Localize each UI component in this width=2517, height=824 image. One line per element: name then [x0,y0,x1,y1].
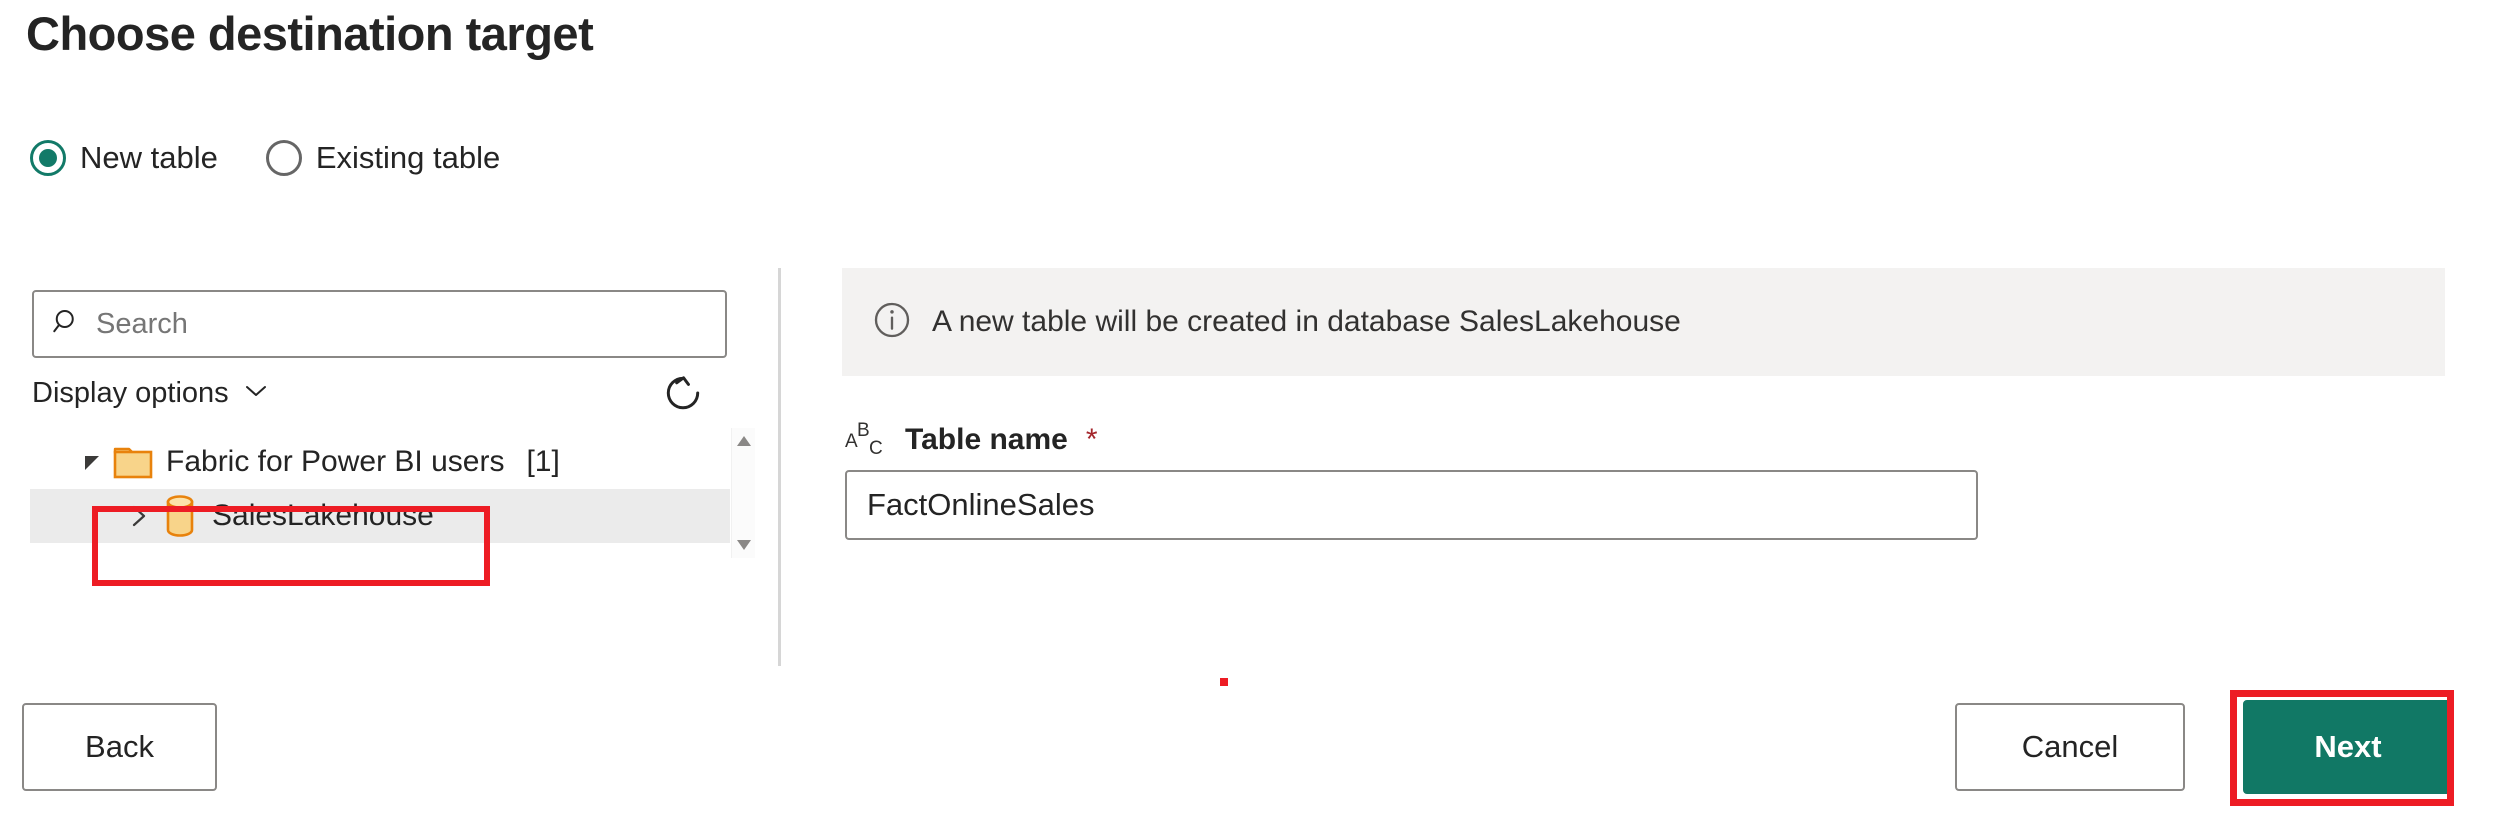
display-options-label: Display options [32,377,229,410]
triangle-collapsed-icon[interactable] [122,503,154,529]
tree-item-workspace[interactable]: Fabric for Power BI users [1] [30,435,730,489]
required-asterisk: * [1086,423,1098,457]
tree-item-saleslakehouse[interactable]: SalesLakehouse [30,489,730,543]
tree-item-saleslakehouse-label: SalesLakehouse [212,499,434,533]
dialog-choose-destination-target: Choose destination target New table Exis… [0,0,2517,824]
svg-text:C: C [869,438,883,459]
radio-new-table-label: New table [80,140,218,176]
abc-text-type-icon: A B C [845,414,891,465]
refresh-button[interactable] [659,371,707,419]
folder-icon [108,442,160,482]
tree-item-workspace-label: Fabric for Power BI users [166,445,504,479]
panel-divider [778,268,781,666]
red-dot-artifact [1220,678,1228,686]
search-icon [52,307,82,342]
radio-new-table[interactable]: New table [30,140,218,176]
table-name-input[interactable]: FactOnlineSales [845,470,1978,540]
refresh-icon [662,372,704,419]
radio-new-table-mark[interactable] [30,140,66,176]
cancel-button[interactable]: Cancel [1955,703,2185,791]
display-options-dropdown[interactable]: Display options [32,377,271,410]
radio-existing-table[interactable]: Existing table [266,140,500,176]
radio-existing-table-label: Existing table [316,140,500,176]
destination-browser-panel: Search Display options [0,285,778,665]
tree-scrollbar[interactable] [731,428,755,558]
radio-existing-table-mark[interactable] [266,140,302,176]
table-name-label: Table name [905,423,1068,457]
page-title: Choose destination target [26,6,593,61]
back-button[interactable]: Back [22,703,217,791]
chevron-down-icon [241,381,271,406]
table-name-value: FactOnlineSales [867,487,1094,523]
destination-type-radio-group: New table Existing table [30,140,500,176]
svg-text:B: B [857,420,870,441]
tree-item-workspace-count: [1] [526,445,559,479]
info-message-bar: A new table will be created in database … [842,268,2445,376]
triangle-expanded-icon[interactable] [76,450,108,474]
search-placeholder: Search [96,308,188,341]
database-icon [154,493,206,539]
search-input[interactable]: Search [32,290,727,358]
info-message-text: A new table will be created in database … [932,305,1681,339]
next-button[interactable]: Next [2243,700,2453,794]
tree-toolbar: Display options [32,377,727,425]
destination-tree: Fabric for Power BI users [1] SalesLakeh… [30,435,730,570]
scroll-down-icon[interactable] [732,534,756,556]
scroll-up-icon[interactable] [732,430,756,452]
info-icon [872,300,912,345]
table-name-label-row: A B C Table name * [845,414,1098,465]
